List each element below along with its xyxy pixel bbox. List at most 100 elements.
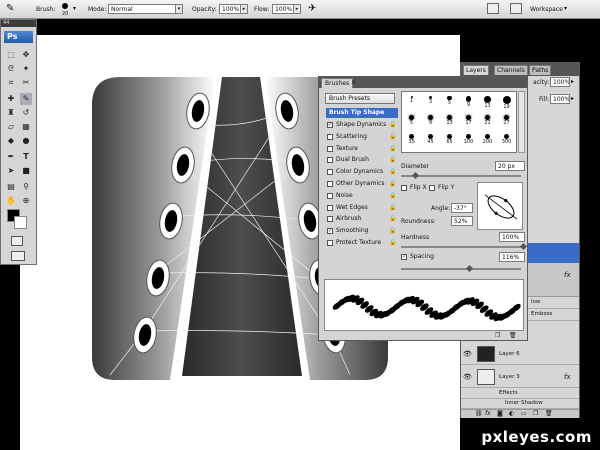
mode-dropdown-arrow[interactable]: ▾ bbox=[175, 4, 183, 14]
checkbox[interactable]: ✓ bbox=[327, 122, 333, 128]
brush-tip-shape-item[interactable]: Brush Tip Shape bbox=[326, 108, 398, 118]
brush-option-color-dynamics[interactable]: Color Dynamics 🔒 bbox=[327, 167, 399, 178]
brush-option-protect-texture[interactable]: Protect Texture 🔒 bbox=[327, 238, 399, 249]
effects-row[interactable]: Effects bbox=[461, 389, 579, 399]
brush-tip-preset[interactable]: 200 bbox=[481, 133, 494, 147]
lock-icon[interactable]: 🔒 bbox=[389, 228, 396, 234]
lock-icon[interactable]: 🔒 bbox=[389, 169, 396, 175]
flow-field[interactable]: 100% bbox=[272, 4, 294, 14]
chevron-right-icon[interactable]: ▸ bbox=[571, 95, 574, 102]
tip-grid-scrollbar[interactable] bbox=[518, 91, 525, 153]
spacing-slider[interactable] bbox=[401, 268, 521, 270]
brush-tip-preset[interactable]: 300 bbox=[500, 133, 513, 147]
roundness-field[interactable]: 52% bbox=[451, 216, 473, 226]
new-layer-icon[interactable]: ❐ bbox=[533, 410, 538, 417]
brush-tool-icon[interactable]: ✎ bbox=[6, 3, 14, 14]
shape-tool-icon[interactable]: ■ bbox=[20, 165, 32, 177]
crop-tool-icon[interactable]: ⌗ bbox=[5, 77, 17, 89]
eraser-tool-icon[interactable]: ▱ bbox=[5, 121, 17, 133]
brush-tip-preset[interactable]: 3 bbox=[424, 95, 437, 109]
toolbox-header[interactable]: 44 bbox=[1, 20, 36, 27]
brush-option-shape-dynamics[interactable]: ✓ Shape Dynamics 🔒 bbox=[327, 120, 399, 131]
close-icon[interactable]: × bbox=[351, 79, 356, 86]
checkbox[interactable] bbox=[327, 192, 333, 199]
spacing-slider-knob[interactable] bbox=[465, 264, 474, 273]
dodge-tool-icon[interactable]: ● bbox=[20, 135, 32, 147]
checkbox[interactable] bbox=[327, 240, 333, 246]
brush-option-airbrush[interactable]: Airbrush 🔒 bbox=[327, 214, 399, 225]
chevron-down-icon[interactable]: ▾ bbox=[73, 5, 76, 12]
flip-x-checkbox[interactable]: Flip X bbox=[401, 183, 429, 194]
fill-field[interactable]: 100% bbox=[550, 94, 570, 104]
quick-mask-button[interactable] bbox=[11, 236, 23, 246]
photoshop-logo[interactable]: Ps bbox=[4, 31, 33, 43]
spacing-checkbox[interactable]: ✓ Spacing bbox=[401, 252, 451, 263]
opacity-dropdown-arrow[interactable]: ▸ bbox=[240, 4, 248, 14]
lasso-tool-icon[interactable]: ᘓ bbox=[5, 63, 17, 75]
lock-icon[interactable]: 🔒 bbox=[389, 133, 396, 140]
lock-icon[interactable]: 🔒 bbox=[389, 216, 396, 222]
link-icon[interactable]: ⛓ bbox=[475, 410, 483, 417]
brush-tip-preset[interactable]: 65 bbox=[443, 133, 456, 147]
hardness-field[interactable]: 100% bbox=[499, 232, 525, 242]
checkbox[interactable]: ✓ bbox=[327, 228, 333, 235]
clone-stamp-tool-icon[interactable]: ♜ bbox=[5, 107, 17, 119]
lock-icon[interactable]: 🔒 bbox=[389, 240, 396, 246]
trash-icon[interactable]: 🗑 bbox=[545, 410, 553, 417]
slice-tool-icon[interactable]: ✂ bbox=[20, 77, 32, 89]
brush-option-noise[interactable]: Noise 🔒 bbox=[327, 191, 399, 202]
healing-brush-tool-icon[interactable]: ✚ bbox=[5, 93, 17, 105]
checkbox[interactable] bbox=[327, 145, 333, 152]
tab-paths[interactable]: Paths bbox=[529, 65, 552, 75]
lock-icon[interactable]: 🔒 bbox=[389, 204, 396, 211]
layer-opacity-field[interactable]: 100% bbox=[550, 77, 570, 87]
layer-row[interactable]: 👁 Layer 3 fx bbox=[461, 366, 579, 388]
move-tool-icon[interactable]: ✥ bbox=[20, 49, 32, 61]
notes-tool-icon[interactable]: ▤ bbox=[5, 181, 17, 193]
bridge-icon[interactable] bbox=[510, 3, 522, 14]
checkbox[interactable] bbox=[327, 216, 333, 223]
spacing-field[interactable]: 116% bbox=[499, 252, 525, 262]
eye-icon[interactable]: 👁 bbox=[463, 373, 472, 381]
tab-channels[interactable]: Channels bbox=[494, 65, 528, 75]
new-brush-icon[interactable]: ❐ bbox=[495, 332, 500, 339]
hardness-slider[interactable] bbox=[401, 246, 521, 248]
flip-y-checkbox[interactable]: Flip Y bbox=[429, 183, 457, 194]
adjustment-icon[interactable]: ◐ bbox=[509, 410, 514, 417]
brush-tip-preset[interactable]: 13 bbox=[481, 95, 494, 109]
angle-field[interactable]: -37° bbox=[451, 203, 473, 213]
lock-icon[interactable]: 🔒 bbox=[389, 122, 396, 128]
brush-option-dual-brush[interactable]: Dual Brush 🔒 bbox=[327, 155, 399, 166]
brush-preview-dot[interactable] bbox=[62, 3, 68, 9]
effect-row[interactable]: Inner Shadow bbox=[461, 399, 579, 409]
brush-tip-preset[interactable]: 1 bbox=[405, 95, 418, 109]
checkbox[interactable] bbox=[327, 204, 333, 211]
hardness-slider-knob[interactable] bbox=[519, 242, 528, 251]
gradient-tool-icon[interactable]: ▦ bbox=[20, 121, 32, 133]
brush-tip-preset[interactable]: 13 bbox=[443, 114, 456, 128]
screen-mode-button[interactable] bbox=[11, 251, 25, 261]
type-tool-icon[interactable]: T bbox=[20, 151, 32, 163]
eyedropper-tool-icon[interactable]: ⚲ bbox=[20, 181, 32, 193]
brush-tip-preset[interactable]: 100 bbox=[462, 133, 475, 147]
hand-tool-icon[interactable]: ✋ bbox=[5, 195, 17, 207]
checkbox[interactable] bbox=[327, 181, 333, 187]
checkbox[interactable] bbox=[327, 157, 333, 164]
diameter-slider-knob[interactable] bbox=[411, 171, 420, 180]
lock-icon[interactable]: 🔒 bbox=[389, 157, 396, 163]
opacity-field[interactable]: 100% bbox=[219, 4, 241, 14]
tab-brushes[interactable]: Brushes bbox=[321, 78, 354, 88]
marquee-tool-icon[interactable]: ⬚ bbox=[5, 49, 17, 61]
brush-option-texture[interactable]: Texture 🔒 bbox=[327, 144, 399, 155]
pen-tool-icon[interactable]: ✒ bbox=[5, 151, 17, 163]
brush-tip-preset[interactable]: 9 bbox=[424, 114, 437, 128]
brush-option-other-dynamics[interactable]: Other Dynamics 🔒 bbox=[327, 179, 399, 190]
brush-tip-preset[interactable]: 5 bbox=[443, 95, 456, 109]
brush-tip-preset[interactable]: 45 bbox=[424, 133, 437, 147]
brush-option-wet-edges[interactable]: Wet Edges 🔒 bbox=[327, 203, 399, 214]
checkbox[interactable] bbox=[327, 133, 333, 140]
blur-tool-icon[interactable]: ◆ bbox=[5, 135, 17, 147]
palette-well-icon[interactable] bbox=[487, 3, 499, 14]
brush-tip-preset[interactable]: 21 bbox=[481, 114, 494, 128]
brush-angle-preview[interactable] bbox=[477, 182, 523, 230]
